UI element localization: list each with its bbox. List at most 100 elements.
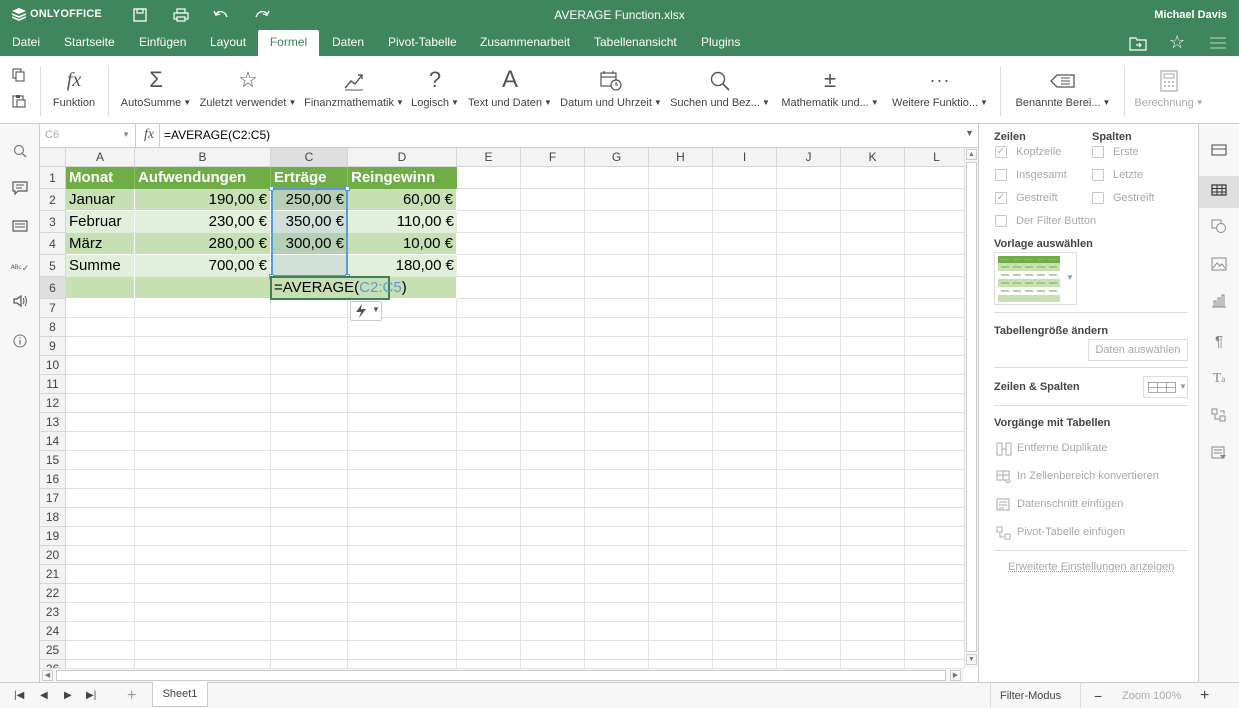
comments-icon[interactable] [10, 181, 30, 201]
mathematik-button[interactable]: ± Mathematik und... ▼ [777, 66, 883, 116]
row-header[interactable]: 6 [40, 277, 66, 299]
row-header[interactable]: 7 [40, 299, 66, 318]
text-art-icon[interactable]: Ta [1209, 369, 1229, 389]
tab-daten[interactable]: Daten [326, 30, 370, 56]
insert-function-button[interactable]: fx Funktion [50, 66, 98, 116]
image-settings-icon[interactable] [1209, 257, 1229, 277]
finanzmathematik-button[interactable]: Finanzmathematik ▼ [303, 66, 405, 116]
row-header[interactable]: 20 [40, 546, 66, 565]
scroll-thumb[interactable] [966, 162, 977, 652]
table-header-cell[interactable]: Erträge [271, 167, 348, 189]
range-handle[interactable] [269, 186, 274, 191]
table-cell[interactable] [66, 277, 135, 299]
paragraph-settings-icon[interactable]: ¶ [1209, 332, 1229, 352]
first-sheet-icon[interactable]: |◀ [14, 683, 24, 709]
quick-action-button[interactable]: ▼ [350, 301, 382, 321]
column-header[interactable]: L [905, 148, 964, 167]
row-header[interactable]: 3 [40, 211, 66, 233]
row-header[interactable]: 15 [40, 451, 66, 470]
daten-auswaehlen-button[interactable]: Daten auswählen [1088, 339, 1188, 361]
tab-pivot-tabelle[interactable]: Pivot-Tabelle [382, 30, 463, 56]
row-header[interactable]: 9 [40, 337, 66, 356]
spellcheck-icon[interactable]: ᴬᴮᶜ✓ [10, 258, 30, 278]
formula-input[interactable]: =AVERAGE(C2:C5) [164, 128, 270, 142]
row-header[interactable]: 18 [40, 508, 66, 527]
chevron-down-icon[interactable]: ▼ [122, 124, 130, 146]
advanced-settings-link[interactable]: Erweiterte Einstellungen anzeigen [1008, 561, 1174, 573]
column-header[interactable]: E [457, 148, 521, 167]
filter-button-checkbox[interactable] [995, 215, 1007, 227]
row-header[interactable]: 12 [40, 394, 66, 413]
table-cell[interactable]: 280,00 € [135, 233, 271, 255]
save-icon[interactable] [133, 8, 147, 22]
table-cell[interactable]: 230,00 € [135, 211, 271, 233]
horizontal-scrollbar[interactable]: ◀ ▶ [40, 668, 964, 682]
tab-tabellenansicht[interactable]: Tabellenansicht [588, 30, 683, 56]
insgesamt-checkbox[interactable] [995, 169, 1007, 181]
table-header-cell[interactable]: Aufwendungen [135, 167, 271, 189]
row-header[interactable]: 26 [40, 660, 66, 668]
row-header[interactable]: 11 [40, 375, 66, 394]
row-header[interactable]: 24 [40, 622, 66, 641]
row-header[interactable]: 10 [40, 356, 66, 375]
zoom-in-button[interactable]: + [1200, 683, 1209, 709]
row-header[interactable]: 22 [40, 584, 66, 603]
undo-icon[interactable] [213, 9, 229, 21]
column-header[interactable]: A [66, 148, 135, 167]
vertical-scrollbar[interactable]: ▲ ▼ [964, 148, 978, 668]
tab-startseite[interactable]: Startseite [58, 30, 121, 56]
scroll-left-icon[interactable]: ◀ [42, 670, 53, 681]
row-header[interactable]: 17 [40, 489, 66, 508]
table-cell[interactable]: Summe [66, 255, 135, 277]
column-header[interactable]: B [135, 148, 271, 167]
gestreift-zeilen-checkbox[interactable]: ✓ [995, 192, 1007, 204]
row-header[interactable]: 19 [40, 527, 66, 546]
letzte-checkbox[interactable] [1092, 169, 1104, 181]
table-cell[interactable]: 10,00 € [348, 233, 457, 255]
weitere-funktionen-button[interactable]: ··· Weitere Funktio... ▼ [887, 66, 993, 116]
table-settings-icon[interactable] [1209, 182, 1229, 202]
tab-einfuegen[interactable]: Einfügen [133, 30, 192, 56]
column-header[interactable]: J [777, 148, 841, 167]
favorite-star-icon[interactable]: ☆ [1169, 32, 1185, 53]
shape-settings-icon[interactable] [1209, 219, 1229, 239]
tab-formel[interactable]: Formel [258, 30, 319, 56]
tab-zusammenarbeit[interactable]: Zusammenarbeit [474, 30, 576, 56]
datum-und-uhrzeit-button[interactable]: Datum und Uhrzeit ▼ [558, 66, 664, 116]
print-icon[interactable] [173, 8, 189, 22]
table-cell[interactable] [135, 277, 271, 299]
search-icon[interactable] [10, 144, 30, 164]
scroll-right-icon[interactable]: ▶ [950, 670, 961, 681]
sheet-tab[interactable]: Sheet1 [152, 682, 208, 707]
row-header[interactable]: 23 [40, 603, 66, 622]
table-cell[interactable]: Februar [66, 211, 135, 233]
scroll-down-icon[interactable]: ▼ [966, 654, 977, 665]
text-und-daten-button[interactable]: A Text und Daten ▼ [466, 66, 554, 116]
redo-icon[interactable] [254, 9, 270, 21]
row-header[interactable]: 16 [40, 470, 66, 489]
row-header[interactable]: 21 [40, 565, 66, 584]
table-header-cell[interactable]: Reingewinn [348, 167, 457, 189]
chart-settings-icon[interactable] [1209, 294, 1229, 314]
spreadsheet-grid[interactable]: A B C D E F G H I J K L 1 2 3 4 5 6 7 8 … [40, 148, 964, 668]
table-cell[interactable]: 190,00 € [135, 189, 271, 211]
slicer-settings-icon[interactable] [1209, 446, 1229, 466]
table-cell[interactable]: Januar [66, 189, 135, 211]
name-box[interactable]: C6 ▼ [40, 124, 136, 147]
row-header[interactable]: 1 [40, 167, 66, 189]
add-sheet-icon[interactable]: + [127, 683, 136, 709]
expand-formula-icon[interactable]: ▼ [965, 128, 974, 138]
gestreift-spalten-checkbox[interactable] [1092, 192, 1104, 204]
column-header[interactable]: F [521, 148, 585, 167]
table-cell[interactable]: 180,00 € [348, 255, 457, 277]
row-header[interactable]: 14 [40, 432, 66, 451]
row-header[interactable]: 8 [40, 318, 66, 337]
erste-checkbox[interactable] [1092, 146, 1104, 158]
row-header[interactable]: 13 [40, 413, 66, 432]
logisch-button[interactable]: ? Logisch ▼ [409, 66, 461, 116]
open-location-icon[interactable] [1129, 35, 1147, 51]
column-header[interactable]: K [841, 148, 905, 167]
table-cell[interactable]: 700,00 € [135, 255, 271, 277]
column-header[interactable]: C [271, 148, 348, 167]
zuletzt-verwendet-button[interactable]: ☆ Zuletzt verwendet ▼ [198, 66, 298, 116]
